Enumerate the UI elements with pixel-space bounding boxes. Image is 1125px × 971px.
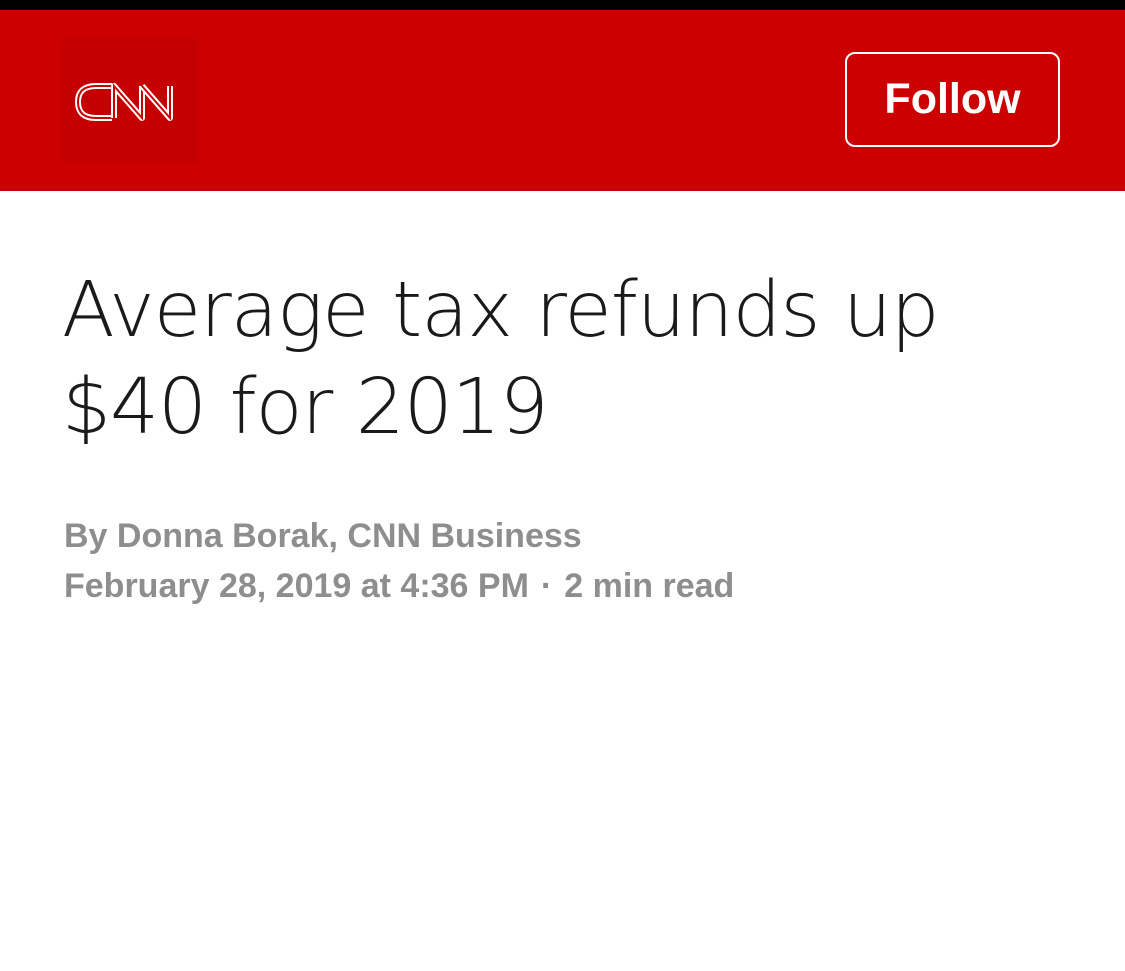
article-headline: Average tax refunds up $40 for 2019	[62, 266, 940, 452]
status-bar-edge	[0, 0, 1125, 10]
article-meta: By Donna Borak, CNN Business February 28…	[64, 511, 734, 611]
follow-button[interactable]: Follow	[845, 52, 1060, 147]
article-header: Average tax refunds up $40 for 2019	[62, 262, 1062, 456]
cnn-logo[interactable]	[62, 38, 198, 164]
read-time: 2 min read	[564, 567, 735, 605]
publish-info: February 28, 2019 at 4:36 PM · 2 min read	[64, 561, 734, 611]
cnn-logo-icon	[75, 83, 173, 121]
publish-date: February 28, 2019 at 4:36 PM	[64, 567, 529, 605]
meta-separator: ·	[540, 567, 553, 605]
publisher-header: Follow	[0, 10, 1125, 191]
byline: By Donna Borak, CNN Business	[64, 517, 582, 555]
